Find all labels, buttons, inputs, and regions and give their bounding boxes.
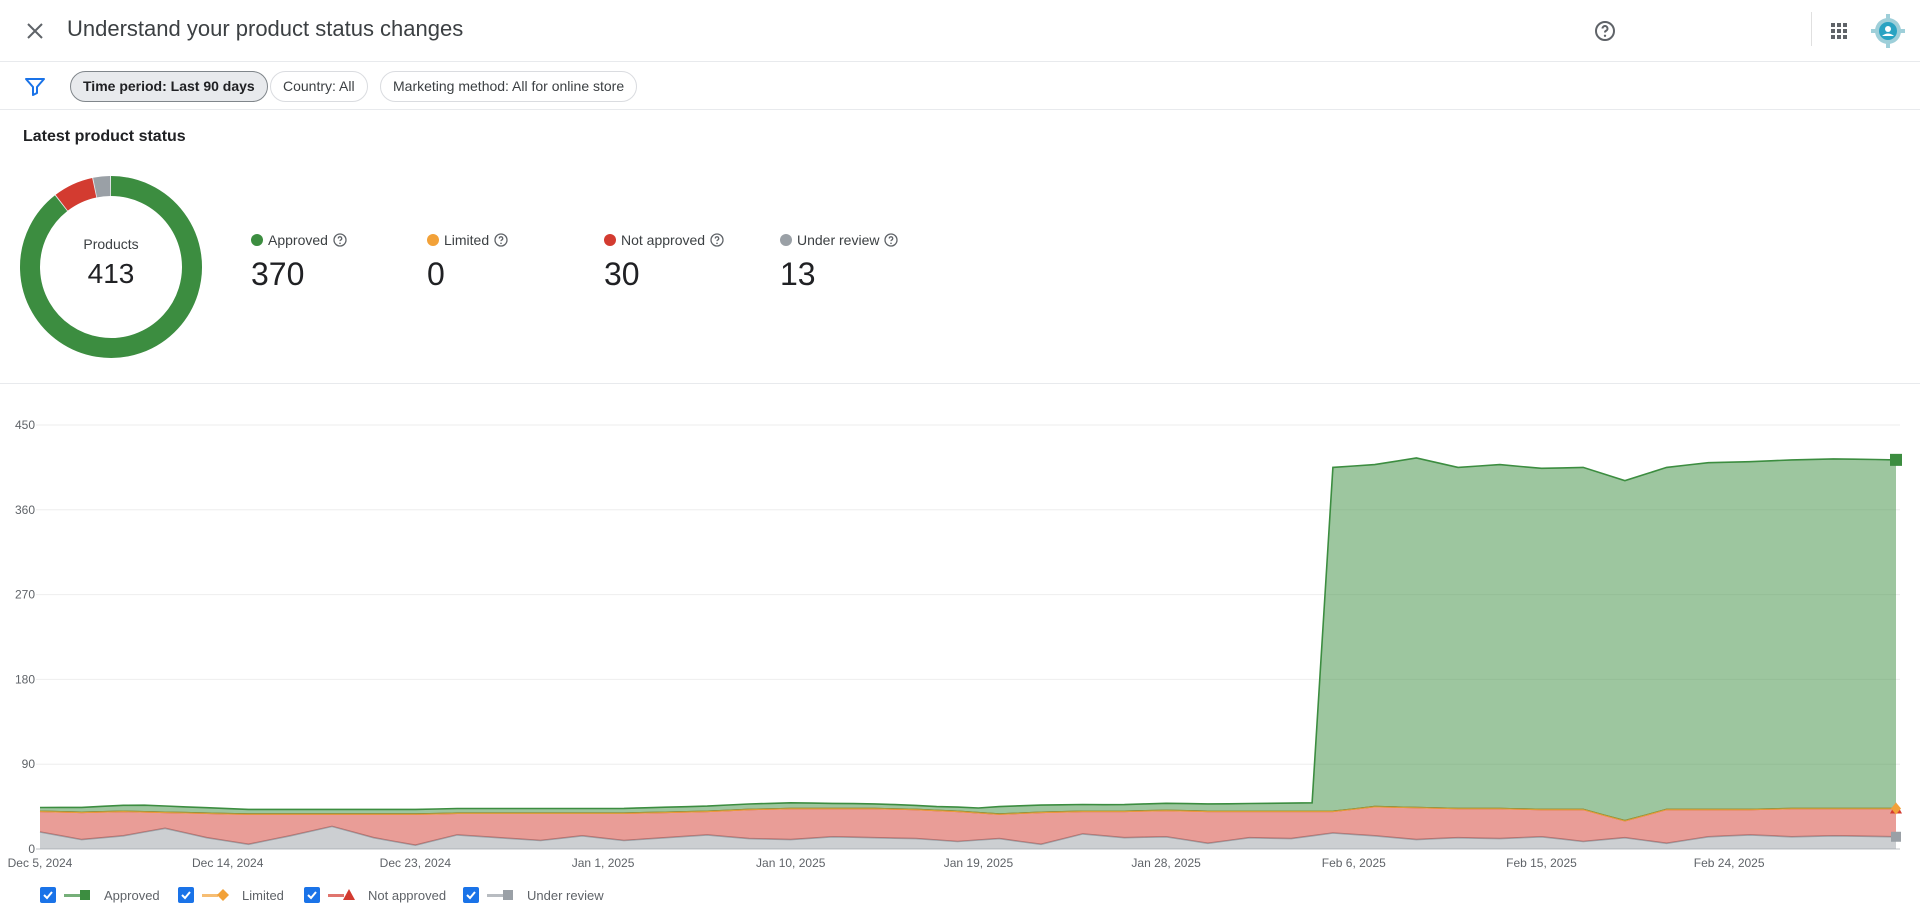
square-marker-icon xyxy=(64,890,90,900)
avatar[interactable] xyxy=(1870,13,1906,49)
filter-bar: Time period: Last 90 days Country: All M… xyxy=(0,62,1920,110)
checkbox[interactable] xyxy=(304,887,320,903)
diamond-marker-icon xyxy=(202,889,229,901)
end-marker-under-review xyxy=(1891,831,1901,842)
x-tick-label: Feb 6, 2025 xyxy=(1322,856,1386,870)
x-tick-label: Feb 24, 2025 xyxy=(1694,856,1765,870)
section-divider xyxy=(0,383,1920,384)
stat-not-approved: Not approved 30 xyxy=(604,232,724,293)
end-marker-approved xyxy=(1890,453,1902,466)
apps-grid-icon xyxy=(1831,23,1847,39)
stat-label: Limited xyxy=(444,232,490,248)
x-tick-label: Jan 28, 2025 xyxy=(1131,856,1201,870)
donut-label: Products xyxy=(83,236,139,252)
stat-value: 30 xyxy=(604,256,640,292)
stat-under-review: Under review 13 xyxy=(780,232,899,293)
check-icon xyxy=(43,891,53,900)
help-icon[interactable] xyxy=(494,233,508,247)
marketing-method-chip[interactable]: Marketing method: All for online store xyxy=(380,71,638,102)
stat-approved: Approved 370 xyxy=(251,232,347,293)
square-marker-icon xyxy=(487,890,513,900)
help-icon[interactable] xyxy=(710,233,724,247)
close-button[interactable] xyxy=(18,14,52,48)
x-tick-label: Dec 5, 2024 xyxy=(8,856,73,870)
checkbox[interactable] xyxy=(463,887,479,903)
donut-slice-under-review[interactable] xyxy=(93,176,111,198)
chart-legend: Approved Limited Not approved Under revi… xyxy=(0,882,1920,915)
legend-item-not-approved[interactable]: Not approved xyxy=(304,887,446,903)
top-bar: Understand your product status changes xyxy=(0,0,1920,62)
apps-button[interactable] xyxy=(1822,14,1856,48)
stat-limited: Limited 0 xyxy=(427,232,508,293)
triangle-marker-icon xyxy=(328,889,355,900)
donut-center: Products 413 xyxy=(16,236,206,290)
stat-label: Not approved xyxy=(621,232,706,248)
legend-label: Approved xyxy=(104,887,160,903)
x-tick-label: Feb 15, 2025 xyxy=(1506,856,1577,870)
donut-total: 413 xyxy=(87,258,135,289)
y-tick-label: 270 xyxy=(15,588,35,602)
account-gear-icon xyxy=(1871,14,1905,48)
y-tick-label: 450 xyxy=(15,418,35,432)
help-button[interactable] xyxy=(1589,15,1621,47)
legend-item-limited[interactable]: Limited xyxy=(178,887,284,903)
header-divider xyxy=(1811,12,1812,46)
y-tick-label: 90 xyxy=(22,757,36,771)
approved-dot xyxy=(251,234,263,246)
legend-item-approved[interactable]: Approved xyxy=(40,887,160,903)
legend-item-under-review[interactable]: Under review xyxy=(463,887,604,903)
under-review-dot xyxy=(780,234,792,246)
stat-value: 0 xyxy=(427,256,445,292)
close-icon xyxy=(27,23,43,39)
check-icon xyxy=(307,891,317,900)
filter-icon[interactable] xyxy=(23,74,47,98)
area-approved xyxy=(40,458,1896,821)
x-tick-label: Jan 10, 2025 xyxy=(756,856,826,870)
help-icon[interactable] xyxy=(884,233,899,247)
check-icon xyxy=(181,891,191,900)
x-tick-label: Jan 1, 2025 xyxy=(572,856,635,870)
page-title: Understand your product status changes xyxy=(67,16,464,41)
help-icon[interactable] xyxy=(333,233,347,247)
section-title: Latest product status xyxy=(23,128,186,145)
stat-value: 370 xyxy=(251,256,305,292)
checkbox[interactable] xyxy=(178,887,194,903)
legend-label: Under review xyxy=(527,887,604,903)
x-tick-label: Jan 19, 2025 xyxy=(944,856,1014,870)
legend-label: Not approved xyxy=(368,887,447,903)
country-chip[interactable]: Country: All xyxy=(270,71,368,102)
limited-dot xyxy=(427,234,439,246)
stat-label: Approved xyxy=(268,232,328,248)
y-tick-label: 360 xyxy=(15,503,35,517)
y-tick-label: 180 xyxy=(15,672,35,686)
stat-label: Under review xyxy=(797,232,880,248)
donut-slice-not-approved[interactable] xyxy=(55,177,97,211)
check-icon xyxy=(466,891,476,900)
legend-label: Limited xyxy=(242,887,284,903)
help-icon xyxy=(1595,21,1615,41)
status-area-chart: 0 90 180 270 360 450 Dec 5, 2024 Dec 14, 2024 De… xyxy=(8,418,1902,870)
y-tick-label: 0 xyxy=(28,842,35,856)
x-tick-label: Dec 23, 2024 xyxy=(380,856,452,870)
not-approved-dot xyxy=(604,234,616,246)
time-period-chip[interactable]: Time period: Last 90 days xyxy=(70,71,268,102)
checkbox[interactable] xyxy=(40,887,56,903)
x-tick-label: Dec 14, 2024 xyxy=(192,856,264,870)
stat-value: 13 xyxy=(780,256,816,292)
